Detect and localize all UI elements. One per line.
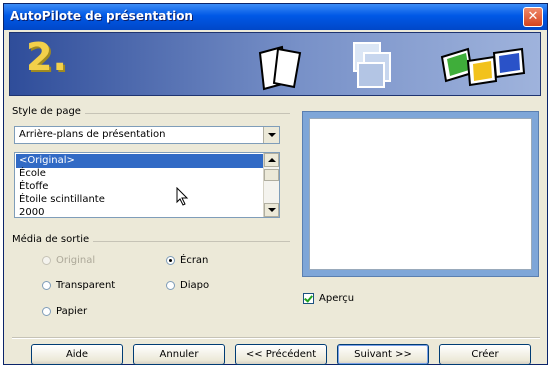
list-item[interactable]: <Original> (16, 154, 263, 168)
checkbox[interactable] (303, 293, 314, 304)
wizard-banner: 2. (9, 32, 541, 96)
radio-button[interactable] (166, 281, 175, 290)
arrow-down-icon (268, 208, 276, 212)
next-button[interactable]: Suivant >> (337, 344, 429, 365)
list-item[interactable]: Étoffe (16, 180, 263, 194)
radio-paper-label: Papier (56, 306, 88, 317)
step-number: 2. (26, 35, 67, 79)
radio-screen-label: Écran (180, 255, 209, 266)
page-style-list[interactable]: <Original> École Étoffe Étoile scintilla… (14, 152, 280, 218)
page-style-label: Style de page (12, 106, 85, 117)
list-scrollbar[interactable] (263, 153, 279, 217)
radio-button[interactable] (42, 281, 51, 290)
close-button[interactable]: ✕ (523, 7, 543, 27)
preview-canvas (309, 118, 532, 270)
page-style-value: Arrière-plans de présentation (19, 129, 166, 140)
wizard-window: AutoPilote de présentation ✕ 2. Style de… (3, 3, 548, 365)
scroll-down-button[interactable] (264, 203, 279, 217)
preview-pane (302, 111, 539, 277)
scroll-thumb[interactable] (264, 169, 279, 181)
checkmark-icon (304, 293, 313, 303)
chevron-down-icon (268, 133, 276, 137)
page-style-group: Style de page (12, 106, 290, 117)
create-button[interactable]: Créer (439, 344, 531, 365)
color-slides-icon (440, 47, 526, 87)
list-item[interactable]: École (16, 167, 263, 181)
arrow-up-icon (268, 158, 276, 162)
radio-slide-label: Diapo (180, 280, 210, 291)
page-style-dropdown[interactable]: Arrière-plans de présentation (14, 126, 280, 144)
separator (12, 337, 540, 339)
previous-button[interactable]: << Précédent (235, 344, 327, 365)
radio-button[interactable] (42, 307, 51, 316)
cancel-button[interactable]: Annuler (133, 344, 225, 365)
output-media-group: Média de sortie (12, 234, 290, 245)
list-item[interactable]: Étoile scintillante (16, 193, 263, 207)
radio-button[interactable] (166, 256, 175, 265)
title-bar[interactable]: AutoPilote de présentation ✕ (4, 4, 547, 30)
dropdown-button[interactable] (263, 127, 279, 143)
radio-button[interactable] (42, 256, 51, 265)
help-button[interactable]: Aide (31, 344, 123, 365)
scroll-up-button[interactable] (264, 153, 279, 167)
radio-original-label: Original (56, 255, 96, 266)
output-media-label: Média de sortie (12, 234, 94, 245)
list-item[interactable]: 2000 (16, 206, 263, 217)
slides-stack-icon (258, 45, 302, 91)
mouse-cursor-icon (176, 187, 189, 206)
radio-transparent-label: Transparent (56, 280, 116, 291)
preview-checkbox-label: Aperçu (319, 293, 355, 304)
window-title: AutoPilote de présentation (10, 9, 193, 23)
layered-slides-icon (353, 42, 391, 88)
